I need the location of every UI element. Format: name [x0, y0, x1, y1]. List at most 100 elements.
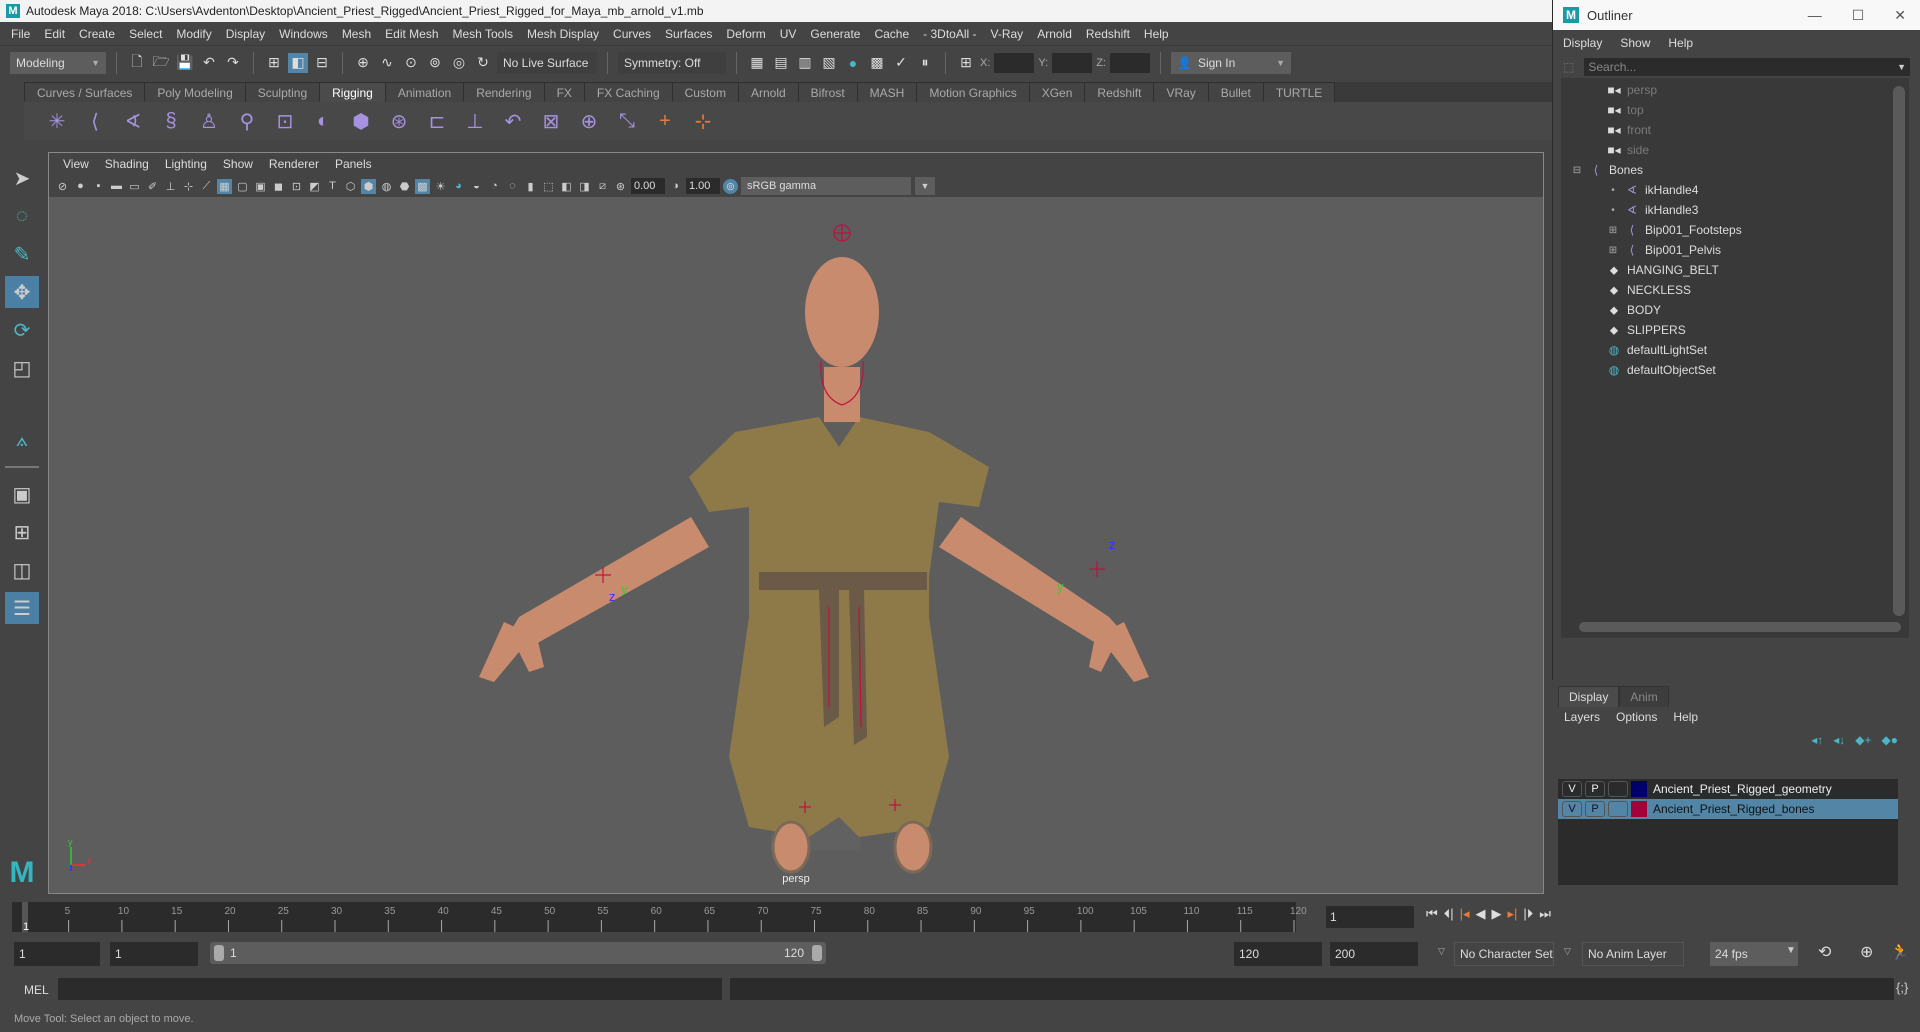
- chevron-down-icon[interactable]: ▼: [915, 177, 935, 195]
- menu-create[interactable]: Create: [72, 27, 122, 41]
- menu-curves[interactable]: Curves: [606, 27, 658, 41]
- character-set-dropdown[interactable]: No Character Set: [1454, 942, 1554, 966]
- menuset-dropdown[interactable]: Modeling ▼: [10, 51, 106, 74]
- shelf-tab-rendering[interactable]: Rendering: [463, 82, 545, 102]
- shelf-tab-turtle[interactable]: TURTLE: [1262, 82, 1336, 102]
- symmetry-dropdown[interactable]: Symmetry: Off: [618, 51, 726, 74]
- shadows-icon[interactable]: ◕: [451, 179, 466, 194]
- soft-mod-icon[interactable]: ⟑: [5, 424, 39, 456]
- outliner-item[interactable]: ■◂ side: [1561, 140, 1909, 160]
- select-hierarchy-icon[interactable]: ⊞: [264, 53, 284, 73]
- two-view-icon[interactable]: ◫: [5, 554, 39, 586]
- menu-help[interactable]: Help: [1673, 710, 1698, 724]
- step-forward-frame-icon[interactable]: ▸|: [1508, 906, 1518, 922]
- snap-curve-icon[interactable]: ∿: [377, 53, 397, 73]
- smooth-bind-icon[interactable]: ◐: [310, 110, 336, 133]
- ipr-render-icon[interactable]: ▥: [795, 53, 815, 73]
- layer-visibility-toggle[interactable]: V: [1562, 781, 1582, 797]
- menu-mesh[interactable]: Mesh: [335, 27, 378, 41]
- ik-handle-icon[interactable]: ∢: [120, 109, 146, 134]
- tab-display[interactable]: Display: [1558, 686, 1620, 707]
- shelf-tab-rigging[interactable]: Rigging: [319, 82, 386, 102]
- humanik-icon[interactable]: ♙: [196, 109, 222, 134]
- hypershade-icon[interactable]: ●: [843, 53, 863, 73]
- render-settings-icon[interactable]: ▧: [819, 53, 839, 73]
- snap-grid-icon[interactable]: ⊕: [353, 53, 373, 73]
- scale-tool-icon[interactable]: ◰: [5, 352, 39, 384]
- text-icon[interactable]: T: [325, 179, 340, 194]
- view-transform-dropdown[interactable]: sRGB gamma: [741, 177, 911, 195]
- menu-uv[interactable]: UV: [773, 27, 804, 41]
- menu-cache[interactable]: Cache: [867, 27, 916, 41]
- outliner-item[interactable]: ⬥ BODY: [1561, 300, 1909, 320]
- lattice-icon[interactable]: ⬢: [348, 109, 374, 134]
- exposure-field[interactable]: 0.00: [631, 178, 665, 194]
- layer-display-type-toggle[interactable]: [1608, 781, 1628, 797]
- image-plane-icon[interactable]: ▬: [109, 179, 124, 194]
- shelf-tab-sculpting[interactable]: Sculpting: [244, 82, 321, 102]
- shelf-tab-custom[interactable]: Custom: [671, 82, 739, 102]
- outliner-item[interactable]: ⬥ SLIPPERS: [1561, 320, 1909, 340]
- menu-arnold[interactable]: Arnold: [1030, 27, 1079, 41]
- bookmarks-icon[interactable]: ▪: [91, 179, 106, 194]
- outliner-item[interactable]: ■◂ top: [1561, 100, 1909, 120]
- shelf-tab-fx[interactable]: FX: [543, 82, 585, 102]
- layer-playback-toggle[interactable]: P: [1585, 801, 1605, 817]
- step-forward-key-icon[interactable]: |⏵: [1523, 906, 1533, 922]
- menu-display[interactable]: Display: [219, 27, 272, 41]
- four-view-icon[interactable]: ⊞: [5, 516, 39, 548]
- shelf-tab-vray[interactable]: VRay: [1153, 82, 1209, 102]
- playback-start-field[interactable]: 1: [110, 942, 198, 966]
- move-layer-up-icon[interactable]: ◂↑: [1811, 733, 1823, 747]
- menu-edit-mesh[interactable]: Edit Mesh: [378, 27, 445, 41]
- expand-toggle-icon[interactable]: ⊟: [1571, 165, 1583, 176]
- cluster-icon[interactable]: ⊛: [386, 109, 412, 134]
- menu-edit[interactable]: Edit: [37, 27, 72, 41]
- locator-icon[interactable]: +: [652, 110, 678, 133]
- auto-key-icon[interactable]: ⊕: [1860, 942, 1873, 962]
- step-back-frame-icon[interactable]: |◂: [1460, 906, 1470, 922]
- select-object-icon[interactable]: ◧: [288, 52, 308, 73]
- shelf-tab-poly-modeling[interactable]: Poly Modeling: [144, 82, 246, 102]
- layer-row[interactable]: V P Ancient_Priest_Rigged_geometry: [1558, 779, 1898, 799]
- redo-icon[interactable]: ↷: [223, 53, 243, 73]
- chevron-down-icon[interactable]: ▼: [1897, 62, 1906, 72]
- depth-of-field-icon[interactable]: ▮: [523, 179, 538, 194]
- aim-constraint-icon[interactable]: ⊕: [576, 109, 602, 134]
- wireframe-icon[interactable]: ⬡: [343, 179, 358, 194]
- expand-toggle-icon[interactable]: ⊞: [1607, 245, 1619, 256]
- render-frame-icon[interactable]: ▦: [747, 53, 767, 73]
- time-slider[interactable]: 1 5 10 15 20 25 30 35 40 45 50 55 60 65 70 75 80 85 90 95 10…: [0, 898, 1920, 936]
- ik-spline-icon[interactable]: §: [158, 110, 184, 133]
- grid-icon[interactable]: ⊥: [163, 179, 178, 194]
- snap-surface-icon[interactable]: ◎: [449, 53, 469, 73]
- menu-3dtoall[interactable]: - 3DtoAll -: [916, 27, 983, 41]
- shelf-tab-xgen[interactable]: XGen: [1028, 82, 1086, 102]
- locator-constraint-icon[interactable]: ⊹: [690, 109, 716, 134]
- shelf-tab-animation[interactable]: Animation: [384, 82, 465, 102]
- camera-attributes-icon[interactable]: ⊘: [55, 179, 70, 194]
- expand-toggle-icon[interactable]: ⊞: [1607, 225, 1619, 236]
- xray-components-icon[interactable]: ⧄: [595, 179, 610, 194]
- chevron-down-icon[interactable]: ▼: [1786, 945, 1796, 956]
- filter-icon[interactable]: ⬚: [1563, 60, 1574, 74]
- resolution-gate-icon[interactable]: ⟋: [199, 179, 214, 194]
- outliner-menu-help[interactable]: Help: [1668, 36, 1693, 50]
- viewport-scene[interactable]: yz yz y x persp: [49, 197, 1543, 893]
- isolate-select-icon[interactable]: ⬚: [541, 179, 556, 194]
- minimize-icon[interactable]: —: [1808, 7, 1822, 24]
- menu-help[interactable]: Help: [1137, 27, 1176, 41]
- anim-prefs-icon[interactable]: 🏃: [1890, 942, 1910, 962]
- x-field[interactable]: [994, 52, 1035, 73]
- menu-select[interactable]: Select: [122, 27, 169, 41]
- camera-lock-icon[interactable]: ●: [73, 179, 88, 194]
- transform-mode-icon[interactable]: ⊞: [956, 53, 976, 73]
- anim-layer-dropdown[interactable]: No Anim Layer: [1582, 942, 1684, 966]
- pole-vector-icon[interactable]: ⤡: [614, 110, 640, 133]
- wireframe-on-shaded-icon[interactable]: ⬣: [397, 179, 412, 194]
- default-material-icon[interactable]: ◍: [379, 179, 394, 194]
- outliner-item[interactable]: ◍ defaultObjectSet: [1561, 360, 1909, 380]
- outliner-item[interactable]: ⊞ ⟨ Bip001_Pelvis: [1561, 240, 1909, 260]
- outliner-menu-display[interactable]: Display: [1563, 36, 1602, 50]
- move-tool-icon[interactable]: ✥: [5, 276, 39, 308]
